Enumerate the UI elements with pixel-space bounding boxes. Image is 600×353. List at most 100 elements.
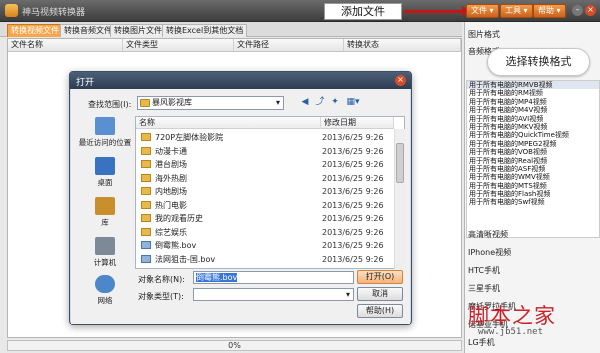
device-item[interactable]: IPhone视频 (468, 247, 511, 258)
format-list[interactable]: 用于所有电脑的RMVB视频 用于所有电脑的RM视频 用于所有电脑的MP4视频 用于所有… (466, 80, 600, 238)
new-folder-icon[interactable]: ✦ (329, 97, 341, 109)
file-row[interactable]: 综艺娱乐 2013/6/25 9:26 (136, 226, 394, 240)
format-item[interactable]: 用于所有电脑的RM视频 (467, 89, 599, 97)
scrollbar[interactable] (394, 129, 405, 269)
file-row[interactable]: 内地剧场 2013/6/25 9:26 (136, 185, 394, 199)
folder-icon (141, 200, 151, 209)
device-item[interactable]: 高清晰视频 (468, 229, 508, 240)
tab-excel[interactable]: 转换Excel到其他文档 (162, 24, 248, 37)
scrollbar-thumb[interactable] (396, 143, 404, 183)
format-item[interactable]: 用于所有电脑的RMVB视频 (467, 81, 599, 90)
menu-tools-button[interactable]: 工具 ▾ (500, 4, 533, 18)
select-format-callout: 选择转换格式 (487, 48, 590, 76)
lookin-label: 查找范围(I): (88, 100, 132, 109)
filetype-select[interactable]: ▾ (193, 288, 354, 301)
app-title: 神马视频转换器 (22, 8, 86, 18)
view-menu-icon[interactable]: ▦▾ (344, 97, 362, 109)
file-date: 2013/6/25 9:26 (322, 241, 384, 250)
file-row[interactable]: 动漫卡通 2013/6/25 9:26 (136, 145, 394, 159)
column-header-path[interactable]: 文件路径 (234, 39, 344, 52)
format-item[interactable]: 用于所有电脑的WMV视频 (467, 173, 599, 181)
tab-bar: 转换视频文件 转换音频文件 转换图片文件 转换Excel到其他文档 (0, 22, 462, 37)
title-bar: 神马视频转换器 添加文件 文件 ▾ 工具 ▾ 帮助 ▾ – × (0, 0, 600, 22)
format-item[interactable]: 用于所有电脑的MTS视频 (467, 182, 599, 190)
open-button[interactable]: 打开(O) (357, 270, 403, 284)
folder-icon (141, 214, 151, 222)
column-header-type[interactable]: 文件类型 (123, 39, 234, 52)
file-row[interactable]: 法网狙击-国.bov 2013/6/25 9:26 (136, 253, 394, 267)
file-date: 2013/6/25 9:26 (322, 200, 384, 210)
dialog-file-list[interactable]: 名称 修改日期 720P左脚体验影院 2013/6/25 9:26 动漫卡通 2013… (135, 116, 405, 269)
place-library[interactable]: 库 (76, 197, 134, 228)
help-button[interactable]: 帮助(H) (357, 304, 403, 318)
dialog-close-icon[interactable]: × (395, 75, 406, 86)
format-item[interactable]: 用于所有电脑的Flash视频 (467, 190, 599, 198)
folder-icon (141, 187, 151, 195)
file-row[interactable]: 720P左脚体验影院 2013/6/25 9:26 (136, 131, 394, 145)
place-recent[interactable]: 最近访问的位置 (76, 117, 134, 148)
up-folder-icon[interactable]: ⤴ (314, 97, 326, 109)
folder-icon (140, 99, 150, 107)
tab-image[interactable]: 转换图片文件 (110, 24, 166, 37)
place-label: 桌面 (97, 178, 113, 187)
menu-help-button[interactable]: 帮助 ▾ (533, 4, 566, 18)
file-name: 港台剧场 (155, 160, 187, 169)
column-header-status[interactable]: 转换状态 (344, 39, 461, 52)
format-item[interactable]: 用于所有电脑的QuickTime视频 (467, 131, 599, 139)
filetype-label: 对象类型(T): (138, 292, 184, 301)
format-item[interactable]: 用于所有电脑的M4V视频 (467, 106, 599, 114)
cancel-button[interactable]: 取消 (357, 287, 403, 301)
format-item[interactable]: 用于所有电脑的VOB视频 (467, 148, 599, 156)
file-name: 倒霉熊.bov (155, 241, 197, 250)
folder-icon (141, 160, 151, 168)
folder-icon (141, 146, 151, 155)
format-item[interactable]: 用于所有电脑的Swf视频 (467, 198, 599, 206)
device-item[interactable]: HTC手机 (468, 265, 500, 276)
format-item[interactable]: 用于所有电脑的ASF视频 (467, 165, 599, 173)
tab-audio[interactable]: 转换音频文件 (60, 24, 116, 37)
file-row[interactable]: 热门电影 2013/6/25 9:26 (136, 199, 394, 213)
column-header-name[interactable]: 名称 (136, 117, 321, 129)
format-item[interactable]: 用于所有电脑的MP4视频 (467, 98, 599, 106)
file-row[interactable]: 港台剧场 2013/6/25 9:26 (136, 158, 394, 172)
format-item[interactable]: 用于所有电脑的MPEG2视频 (467, 140, 599, 148)
place-computer[interactable]: 计算机 (76, 237, 134, 268)
watermark-url: www.jb51.net (478, 327, 544, 337)
filename-value: 倒霉熊.bov (196, 273, 238, 282)
place-label: 最近访问的位置 (78, 138, 132, 147)
progress-bar: 0% (7, 340, 462, 351)
file-date: 2013/6/25 9:26 (322, 160, 384, 169)
lookin-select[interactable]: 暴风影视库 ▾ (137, 96, 284, 110)
file-date: 2013/6/25 9:26 (322, 227, 384, 237)
desktop-icon (95, 157, 115, 175)
tab-video[interactable]: 转换视频文件 (7, 24, 63, 37)
image-format-header[interactable]: 图片格式 (468, 29, 500, 40)
filename-input[interactable]: 倒霉熊.bov (193, 271, 354, 284)
minimize-icon[interactable]: – (572, 5, 583, 16)
file-row[interactable]: 海外热剧 2013/6/25 9:26 (136, 172, 394, 186)
folder-icon (141, 133, 151, 141)
file-row[interactable]: 我的观看历史 2013/6/25 9:26 (136, 212, 394, 226)
chevron-down-icon: ▾ (275, 98, 280, 107)
device-item[interactable]: 三星手机 (468, 283, 500, 294)
device-item[interactable]: LG手机 (468, 337, 495, 348)
dialog-body: 查找范围(I): 暴风影视库 ▾ ◀ ⤴ ✦ ▦▾ 最近访问的位置 桌面 库 计… (71, 89, 410, 324)
progress-text: 0% (228, 341, 241, 350)
menu-file-button[interactable]: 文件 ▾ (466, 4, 499, 18)
place-network[interactable]: 网络 (76, 275, 134, 306)
close-icon[interactable]: × (585, 5, 596, 16)
format-item[interactable]: 用于所有电脑的AVI视频 (467, 115, 599, 123)
place-desktop[interactable]: 桌面 (76, 157, 134, 188)
file-name: 热门电影 (155, 200, 187, 210)
recent-icon (95, 117, 115, 135)
app-icon (5, 4, 18, 17)
format-item[interactable]: 用于所有电脑的Real视频 (467, 157, 599, 165)
places-bar: 最近访问的位置 桌面 库 计算机 网络 (76, 117, 134, 307)
column-header-date[interactable]: 修改日期 (321, 117, 394, 129)
format-item[interactable]: 用于所有电脑的MKV视频 (467, 123, 599, 131)
column-header-name[interactable]: 文件名称 (8, 39, 123, 52)
back-icon[interactable]: ◀ (299, 97, 311, 109)
file-row[interactable]: 倒霉熊.bov 2013/6/25 9:26 (136, 239, 394, 253)
video-file-icon (141, 254, 151, 263)
menu-help-label: 帮助 (538, 6, 554, 15)
